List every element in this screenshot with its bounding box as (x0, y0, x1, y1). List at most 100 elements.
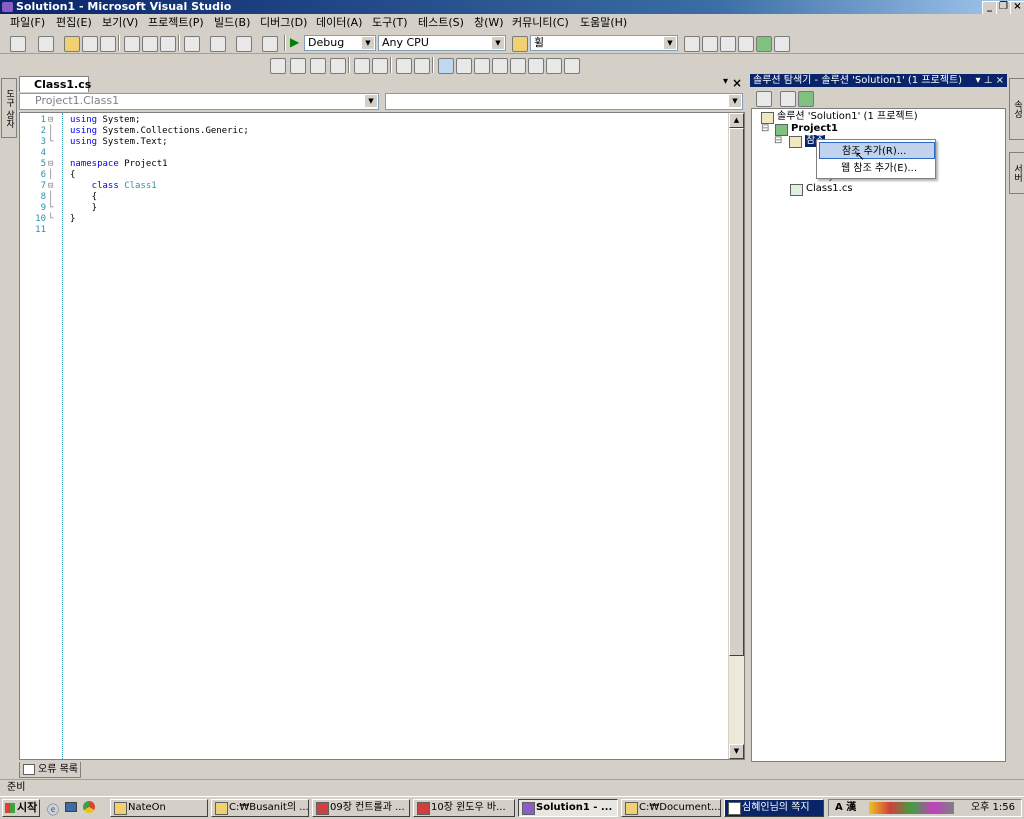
solution-config-dropdown[interactable]: Debug ▼ (304, 35, 376, 51)
chrome-icon[interactable] (83, 801, 95, 813)
start-debugging-icon[interactable]: ▶ (290, 35, 299, 49)
start-page-icon[interactable] (756, 36, 772, 52)
refresh-icon[interactable] (798, 91, 814, 107)
properties-window-icon[interactable] (702, 36, 718, 52)
undo-icon[interactable] (184, 36, 200, 52)
properties-icon[interactable] (756, 91, 772, 107)
solution-platform-dropdown[interactable]: Any CPU ▼ (378, 35, 506, 51)
menu-help[interactable]: 도움말(H) (580, 16, 627, 30)
previous-bookmark-in-document-icon[interactable] (528, 58, 544, 74)
taskbar-item-nateon[interactable]: NateOn (110, 799, 208, 817)
menu-debug[interactable]: 디버그(D) (260, 16, 307, 30)
navigate-backward-icon[interactable] (236, 36, 252, 52)
collapse-toggle-icon[interactable]: ⊟ (761, 123, 769, 135)
previous-bookmark-icon[interactable] (456, 58, 472, 74)
members-dropdown[interactable]: ▼ (385, 93, 743, 110)
next-bookmark-icon[interactable] (474, 58, 490, 74)
restore-button[interactable]: ❐ (996, 1, 1011, 15)
toolbox-icon[interactable] (738, 36, 754, 52)
paste-icon[interactable] (160, 36, 176, 52)
vertical-scrollbar[interactable]: ▲ ▼ (728, 113, 744, 759)
outline-collapse-icon[interactable]: ⊟ (48, 159, 59, 170)
menu-project[interactable]: 프로젝트(P) (148, 16, 204, 30)
menu-test[interactable]: 테스트(S) (418, 16, 464, 30)
menu-edit[interactable]: 편집(E) (56, 16, 92, 30)
object-browser-icon[interactable] (720, 36, 736, 52)
code-text-area[interactable]: 1 ⊟ 2 │ 3 └ 4 5 ⊟ 6 │ 7 ⊟ 8 │ 9 └ 10 └ 11 using System; usin… (19, 112, 745, 760)
copy-icon[interactable] (142, 36, 158, 52)
solution-tree[interactable]: 솔루션 'Solution1' (1 프로젝트) ⊟ Project1 ⊟ 참조… (751, 108, 1006, 762)
types-dropdown[interactable]: Project1.Class1 ▼ (19, 93, 379, 110)
taskbar-item-documents-folder[interactable]: C:₩Document... (621, 799, 721, 817)
find-in-files-icon[interactable] (512, 36, 528, 52)
toggle-bookmark-icon[interactable] (438, 58, 454, 74)
find-combo[interactable]: 휠 ▼ (530, 35, 678, 51)
ime-indicator[interactable]: A 漢 (835, 800, 856, 816)
toolbox-tab[interactable]: 도구 상자 (1, 78, 17, 138)
complete-word-icon[interactable] (330, 58, 346, 74)
minimize-button[interactable]: _ (982, 1, 997, 15)
save-all-icon[interactable] (100, 36, 116, 52)
context-menu: 참조 추가(R)... 웹 참조 추가(E)... (816, 139, 936, 179)
add-item-icon[interactable] (38, 36, 54, 52)
title-bar: Solution1 - Microsoft Visual Studio _ ❐ … (0, 0, 1024, 15)
gutter-divider (62, 113, 64, 759)
solution-explorer-icon[interactable] (684, 36, 700, 52)
menu-window[interactable]: 창(W) (474, 16, 504, 30)
display-quick-info-icon[interactable] (310, 58, 326, 74)
taskbar-item-visual-studio[interactable]: Solution1 - ... (518, 799, 618, 817)
menu-data[interactable]: 데이터(A) (316, 16, 362, 30)
menu-build[interactable]: 빌드(B) (214, 16, 250, 30)
add-reference-menu-item[interactable]: 참조 추가(R)... (819, 142, 935, 159)
taskbar-item-message[interactable]: 심혜인님의 쪽지 (724, 799, 824, 817)
cut-icon[interactable] (124, 36, 140, 52)
start-button[interactable]: 시작 (2, 799, 40, 817)
active-files-dropdown-icon[interactable]: ▾ (723, 76, 728, 87)
solution-node[interactable]: 솔루션 'Solution1' (1 프로젝트) (777, 111, 918, 123)
decrease-indent-icon[interactable] (354, 58, 370, 74)
scroll-thumb[interactable] (729, 128, 744, 656)
show-all-files-icon[interactable] (780, 91, 796, 107)
taskbar-item-chapter9[interactable]: 09장 컨트롤과 ... (312, 799, 410, 817)
show-desktop-icon[interactable] (65, 802, 77, 812)
scroll-down-button[interactable]: ▼ (729, 744, 744, 759)
display-object-member-list-icon[interactable] (270, 58, 286, 74)
add-web-reference-menu-item[interactable]: 웹 참조 추가(E)... (819, 160, 935, 177)
navigate-forward-icon[interactable] (262, 36, 278, 52)
previous-bookmark-in-folder-icon[interactable] (492, 58, 508, 74)
save-icon[interactable] (82, 36, 98, 52)
properties-tab[interactable]: 속성 (1009, 78, 1024, 140)
internet-explorer-icon[interactable]: ⓔ (47, 801, 59, 818)
comment-lines-icon[interactable] (396, 58, 412, 74)
close-button[interactable]: × (1010, 1, 1024, 15)
panel-controls[interactable]: ▾ ⊥ × (976, 74, 1004, 87)
menu-file[interactable]: 파일(F) (10, 16, 45, 30)
open-file-icon[interactable] (64, 36, 80, 52)
document-tab-class1[interactable]: Class1.cs (19, 76, 91, 92)
taskbar-item-chapter10[interactable]: 10장 윈도우 바... (413, 799, 515, 817)
class1-file-node[interactable]: Class1.cs (806, 183, 853, 195)
menu-tools[interactable]: 도구(T) (372, 16, 408, 30)
increase-indent-icon[interactable] (372, 58, 388, 74)
next-bookmark-in-document-icon[interactable] (546, 58, 562, 74)
new-project-icon[interactable] (10, 36, 26, 52)
collapse-toggle-icon[interactable]: ⊟ (774, 135, 782, 147)
error-list-tab[interactable]: 오류 목록 (19, 762, 81, 778)
outline-collapse-icon[interactable]: ⊟ (48, 115, 59, 126)
server-explorer-tab[interactable]: 서버 (1009, 152, 1024, 194)
uncomment-lines-icon[interactable] (414, 58, 430, 74)
more-windows-icon[interactable] (774, 36, 790, 52)
outline-collapse-icon[interactable]: ⊟ (48, 181, 59, 192)
display-parameter-info-icon[interactable] (290, 58, 306, 74)
redo-icon[interactable] (210, 36, 226, 52)
project-node[interactable]: Project1 (791, 123, 838, 135)
code-editor-panel: Class1.cs ▾ × Project1.Class1 ▼ ▼ 1 ⊟ 2 │ 3 └ 4… (17, 76, 746, 762)
scroll-up-button[interactable]: ▲ (729, 113, 744, 128)
next-bookmark-in-folder-icon[interactable] (510, 58, 526, 74)
menu-community[interactable]: 커뮤니티(C) (512, 16, 569, 30)
clear-bookmarks-icon[interactable] (564, 58, 580, 74)
taskbar-item-busanit-folder[interactable]: C:₩Busanit의 ... (211, 799, 309, 817)
close-document-icon[interactable]: × (732, 76, 742, 90)
tray-icons[interactable] (869, 802, 954, 814)
menu-view[interactable]: 보기(V) (102, 16, 138, 30)
